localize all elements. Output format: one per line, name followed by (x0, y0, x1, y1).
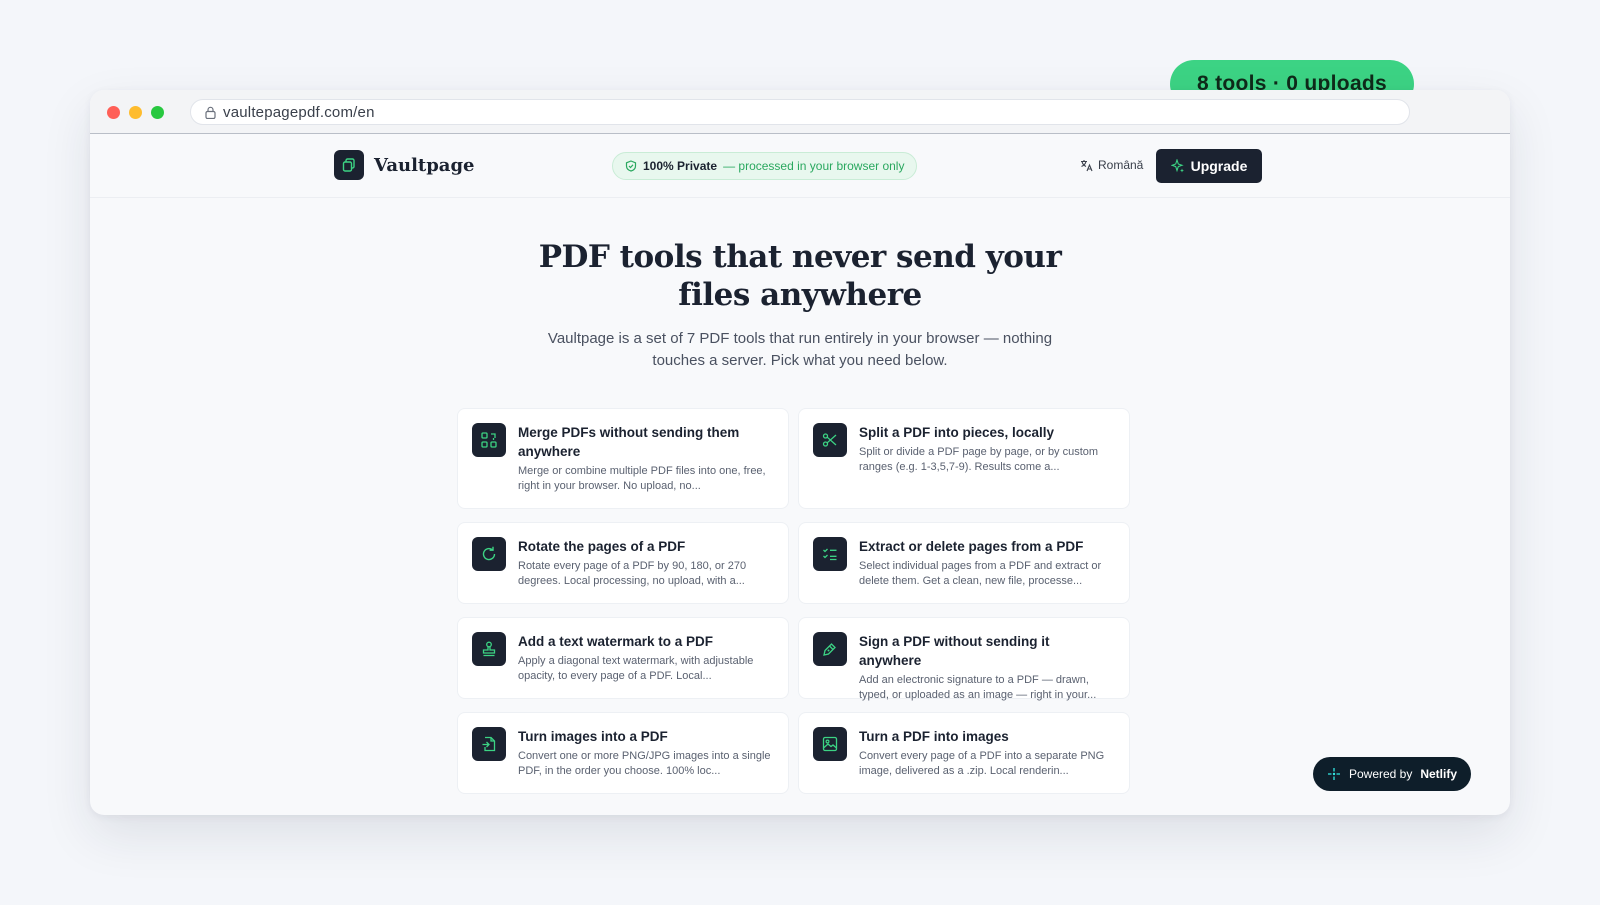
top-nav: Vaultpage 100% Private — processed in yo… (90, 134, 1510, 198)
image-icon (813, 727, 847, 761)
tool-card-split[interactable]: Split a PDF into pieces, locally Split o… (798, 408, 1130, 509)
minimize-window-button[interactable] (129, 106, 142, 119)
tool-title: Sign a PDF without sending it anywhere (859, 634, 1050, 668)
netlify-brand: Netlify (1420, 767, 1458, 781)
merge-icon (472, 423, 506, 457)
tool-description: Convert every page of a PDF into a separ… (859, 750, 1105, 777)
tool-title: Extract or delete pages from a PDF (859, 539, 1084, 554)
tool-description: Split or divide a PDF page by page, or b… (859, 446, 1099, 473)
maximize-window-button[interactable] (151, 106, 164, 119)
tool-card-sign[interactable]: Sign a PDF without sending it anywhere A… (798, 617, 1130, 701)
tool-description: Add an electronic signature to a PDF — d… (859, 674, 1097, 701)
lock-icon (205, 106, 216, 119)
tool-description: Apply a diagonal text watermark, with ad… (518, 655, 754, 682)
tool-title: Turn images into a PDF (518, 729, 668, 744)
language-label: Română (1098, 158, 1144, 172)
tool-description: Select individual pages from a PDF and e… (859, 560, 1102, 587)
language-switcher[interactable]: Română (1080, 158, 1143, 172)
scissors-icon (813, 423, 847, 457)
upgrade-button[interactable]: Upgrade (1156, 149, 1262, 183)
tools-grid: Merge PDFs without sending them anywhere… (457, 408, 1130, 807)
upgrade-label: Upgrade (1190, 158, 1248, 174)
brand-logo[interactable]: Vaultpage (334, 150, 475, 180)
netlify-prefix: Powered by (1348, 767, 1413, 781)
page-title: PDF tools that never send your files any… (538, 239, 1062, 313)
powered-by-netlify-badge[interactable]: Powered by Netlify (1313, 757, 1471, 791)
sparkles-icon (1170, 159, 1184, 173)
privacy-strong-text: 100% Private (643, 159, 718, 173)
hero-section: PDF tools that never send your files any… (90, 238, 1510, 372)
checklist-icon (813, 537, 847, 571)
tool-card-extract[interactable]: Extract or delete pages from a PDF Selec… (798, 522, 1130, 604)
tool-card-watermark[interactable]: Add a text watermark to a PDF Apply a di… (457, 617, 789, 699)
stamp-icon (472, 632, 506, 666)
rotate-icon (472, 537, 506, 571)
tool-card-images-to-pdf[interactable]: Turn images into a PDF Convert one or mo… (457, 712, 789, 794)
tool-card-pdf-to-images[interactable]: Turn a PDF into images Convert every pag… (798, 712, 1130, 794)
tool-title: Split a PDF into pieces, locally (859, 425, 1055, 440)
tool-description: Convert one or more PNG/JPG images into … (518, 750, 771, 777)
pen-icon (813, 632, 847, 666)
browser-chrome: vaultepagepdf.com/en (90, 90, 1510, 134)
close-window-button[interactable] (107, 106, 120, 119)
tool-card-rotate[interactable]: Rotate the pages of a PDF Rotate every p… (457, 522, 789, 604)
shield-check-icon (625, 160, 637, 172)
vault-logo-icon (334, 150, 364, 180)
tool-title: Rotate the pages of a PDF (518, 539, 686, 554)
address-bar[interactable]: vaultepagepdf.com/en (190, 99, 1410, 125)
file-import-icon (472, 727, 506, 761)
brand-name: Vaultpage (374, 154, 475, 176)
tool-title: Turn a PDF into images (859, 729, 1009, 744)
tool-description: Merge or combine multiple PDF files into… (518, 465, 766, 492)
browser-window: vaultepagepdf.com/en Vaultpage 100% Priv… (90, 90, 1510, 815)
tool-title: Merge PDFs without sending them anywhere (518, 425, 740, 459)
privacy-rest-text: — processed in your browser only (723, 159, 905, 173)
url-text: vaultepagepdf.com/en (223, 103, 375, 121)
tool-title: Add a text watermark to a PDF (518, 634, 714, 649)
privacy-badge: 100% Private — processed in your browser… (612, 152, 918, 180)
page-subtitle: Vaultpage is a set of 7 PDF tools that r… (547, 330, 1053, 369)
translate-icon (1081, 159, 1093, 171)
netlify-logo-icon (1327, 768, 1340, 780)
tool-description: Rotate every page of a PDF by 90, 180, o… (518, 560, 747, 587)
tool-card-merge[interactable]: Merge PDFs without sending them anywhere… (457, 408, 789, 509)
